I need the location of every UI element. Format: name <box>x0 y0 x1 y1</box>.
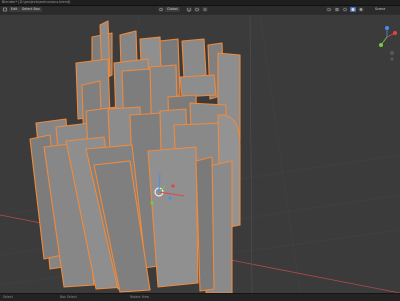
sphere-icon[interactable] <box>350 7 356 12</box>
viewport-header: Edit Select Box Global Scene <box>0 6 400 14</box>
grid-icon[interactable] <box>202 7 208 12</box>
eye-icon[interactable] <box>326 7 332 12</box>
window-title: Blender* [D:\projects\extrusions.blend] <box>2 0 71 4</box>
navigation-gizmo-icon[interactable] <box>375 25 399 61</box>
magnet-icon[interactable] <box>186 7 192 12</box>
transform-orientation-icon <box>158 7 164 12</box>
mode-dropdown[interactable]: Edit <box>9 7 20 12</box>
extrusion-piece[interactable] <box>179 74 217 98</box>
3d-viewport[interactable] <box>0 15 400 293</box>
wireframe-icon[interactable] <box>342 7 348 12</box>
mesh-scene <box>0 15 400 293</box>
scene-selector[interactable]: Scene <box>375 7 385 12</box>
circle-icon[interactable] <box>194 7 200 12</box>
z-axis-line <box>249 15 253 293</box>
extrusion-piece[interactable] <box>181 38 207 80</box>
cube-icon[interactable] <box>2 7 8 12</box>
material-icon[interactable] <box>358 7 364 12</box>
orientation-dropdown[interactable]: Global <box>165 7 180 12</box>
extrusion-piece[interactable] <box>195 156 215 292</box>
select-box-button[interactable]: Select Box <box>20 7 42 12</box>
extrusion-mesh[interactable] <box>29 20 241 293</box>
blender-window: Blender* [D:\projects\extrusions.blend] … <box>0 0 400 301</box>
overlay-icon[interactable] <box>334 7 340 12</box>
